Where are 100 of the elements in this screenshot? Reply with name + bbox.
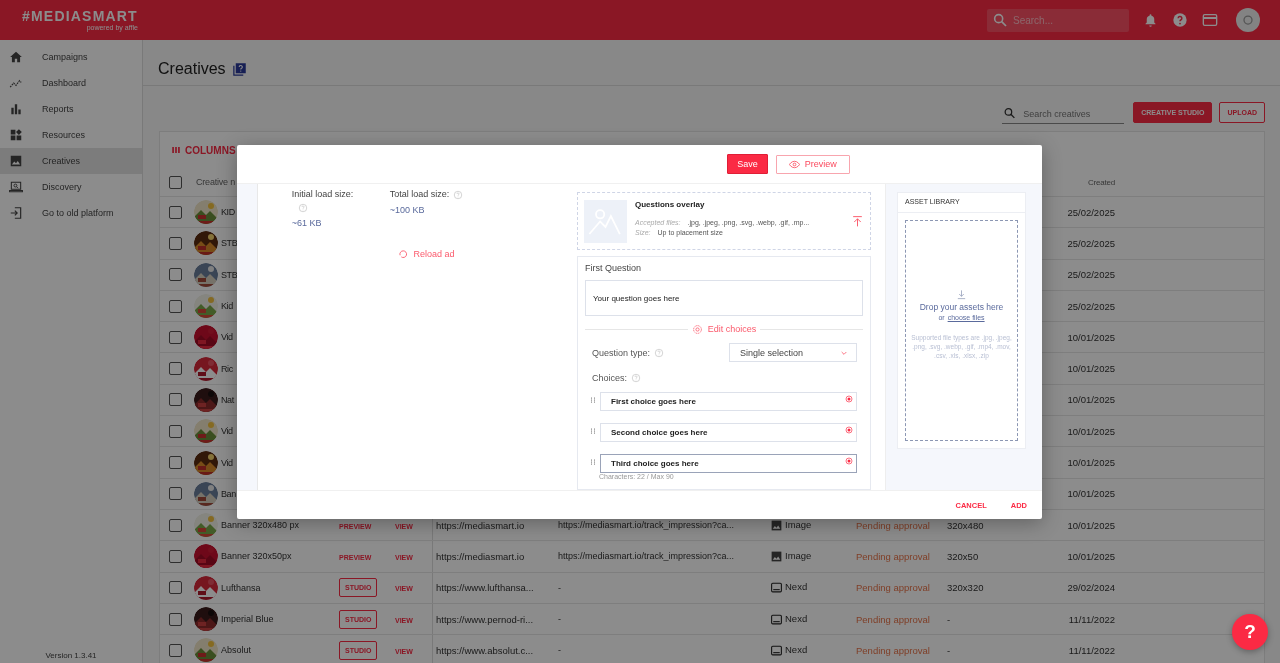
reload-icon xyxy=(398,249,409,259)
creative-name: Ban xyxy=(221,488,236,499)
creative-name: STB xyxy=(221,269,238,280)
help-book-icon[interactable] xyxy=(231,61,247,77)
question-field[interactable]: Your question goes here xyxy=(585,280,863,316)
choice-field[interactable]: Third choice goes here xyxy=(600,454,857,473)
table-cell-text: https://mediasmart.io/track_impression?ca... xyxy=(557,520,736,531)
table-cell: Nexd xyxy=(785,643,808,655)
table-cell: 10/01/2025 xyxy=(1067,488,1115,500)
checkbox[interactable] xyxy=(169,549,182,563)
checkbox[interactable] xyxy=(169,581,182,595)
question-title: First Question xyxy=(585,263,643,273)
table-cell-text: 320x50 xyxy=(946,550,980,562)
checkbox[interactable] xyxy=(169,393,182,407)
creative-name: Vid xyxy=(221,426,233,437)
creative-name: Banner 320x50px xyxy=(221,551,292,562)
checkbox[interactable] xyxy=(169,236,182,250)
checkbox[interactable] xyxy=(169,175,182,189)
table-cell-text: 320x480 xyxy=(946,519,985,531)
table-cell: 10/01/2025 xyxy=(1067,519,1115,531)
table-cell: 11/11/2022 xyxy=(1068,644,1115,656)
help-icon xyxy=(631,373,641,383)
credit-card-icon[interactable] xyxy=(1202,12,1218,28)
choice-field[interactable]: Second choice goes here xyxy=(600,423,857,442)
table-cell: 10/01/2025 xyxy=(1067,331,1115,343)
checkbox[interactable] xyxy=(169,299,182,313)
sidebar-item[interactable]: Discovery xyxy=(0,174,142,200)
eye-icon xyxy=(788,158,800,170)
edit-choices-button[interactable]: Edit choices xyxy=(691,323,757,335)
question-type-select[interactable]: Single selection xyxy=(729,343,857,362)
table-cell: Nexd xyxy=(785,581,808,593)
checkbox[interactable] xyxy=(169,330,182,344)
reload-button[interactable]: Reload ad xyxy=(392,248,461,260)
radio-icon xyxy=(845,426,853,434)
table-cell: Image xyxy=(785,549,812,561)
table-cell: 25/02/2025 xyxy=(1067,237,1115,249)
avatar[interactable] xyxy=(1236,8,1260,32)
sidebar-item[interactable]: Go to old platform xyxy=(0,200,142,226)
sidebar-item[interactable]: Resources xyxy=(0,122,142,148)
search-field[interactable]: Search creatives xyxy=(1002,104,1125,124)
creative-name: Vid xyxy=(221,457,233,468)
creative-name: Nat xyxy=(221,394,234,405)
load-size-value: ~61 KB xyxy=(291,218,323,228)
checkbox[interactable] xyxy=(169,643,182,657)
user-icon xyxy=(1242,14,1254,26)
table-cell-text: - xyxy=(557,614,562,624)
column-header: Created xyxy=(1087,177,1115,187)
save-button[interactable]: Save xyxy=(727,154,768,174)
checkbox[interactable] xyxy=(169,205,182,219)
choice-field[interactable]: First choice goes here xyxy=(600,392,857,411)
checkbox[interactable] xyxy=(169,487,182,501)
table-cell: 25/02/2025 xyxy=(1067,206,1115,218)
login-icon xyxy=(9,206,23,220)
checkbox[interactable] xyxy=(169,612,182,626)
column-header: Creative n xyxy=(196,177,236,187)
sidebar-item[interactable]: Creatives xyxy=(0,148,142,174)
sidebar-item[interactable]: Reports xyxy=(0,96,142,122)
checkbox[interactable] xyxy=(169,362,182,376)
creative-name: Lufthansa xyxy=(221,582,261,593)
download-icon xyxy=(956,288,967,300)
creative-name: Imperial Blue xyxy=(221,614,274,624)
table-cell: 29/02/2024 xyxy=(1067,582,1115,594)
table-cell-text: https://mediasmart.io/track_impression?ca... xyxy=(557,551,736,562)
table-cell: 25/02/2025 xyxy=(1067,269,1115,281)
load-size-value: ~100 KB xyxy=(389,204,426,215)
radio-icon xyxy=(845,457,853,465)
columns-button[interactable]: COLUMNS xyxy=(185,144,236,156)
status-text: Pending approval xyxy=(855,644,931,656)
table-cell: 11/11/2022 xyxy=(1068,613,1115,625)
columns-icon xyxy=(171,145,181,155)
image-icon xyxy=(770,518,783,532)
checkbox[interactable] xyxy=(169,424,182,438)
upload-title: Questions overlay xyxy=(635,200,706,209)
version-label: Version 1.3.41 xyxy=(44,651,98,662)
home-icon xyxy=(9,50,23,64)
checkbox[interactable] xyxy=(169,518,182,532)
table-cell: Nexd xyxy=(785,612,808,624)
checkbox[interactable] xyxy=(169,456,182,469)
help-icon xyxy=(297,203,308,213)
monitor-icon xyxy=(770,612,783,626)
monitor-icon xyxy=(770,643,783,657)
creative-name: Ric xyxy=(221,363,233,374)
sidebar-item[interactable]: Dashboard xyxy=(0,70,142,96)
table-cell-text: 320x320 xyxy=(946,582,985,594)
monitor-icon xyxy=(770,581,783,595)
field-label: Total load size: xyxy=(389,189,450,199)
preview-button[interactable]: Preview xyxy=(775,154,850,174)
search-icon xyxy=(1003,106,1017,119)
checkbox[interactable] xyxy=(169,268,182,282)
help-icon[interactable] xyxy=(1172,12,1188,28)
field-label: Question type: xyxy=(592,347,651,358)
field-label: Initial load size: xyxy=(291,189,355,199)
creative-name: Kid xyxy=(221,301,233,312)
sidebar-item[interactable]: Campaigns xyxy=(0,44,142,70)
table-cell: https://mediasmart.io xyxy=(436,519,525,531)
table-cell: 10/01/2025 xyxy=(1067,457,1115,468)
table-cell-text: - xyxy=(946,613,952,625)
status-text: Pending approval xyxy=(855,550,931,562)
image-icon xyxy=(9,154,23,168)
bell-icon[interactable] xyxy=(1143,12,1158,28)
